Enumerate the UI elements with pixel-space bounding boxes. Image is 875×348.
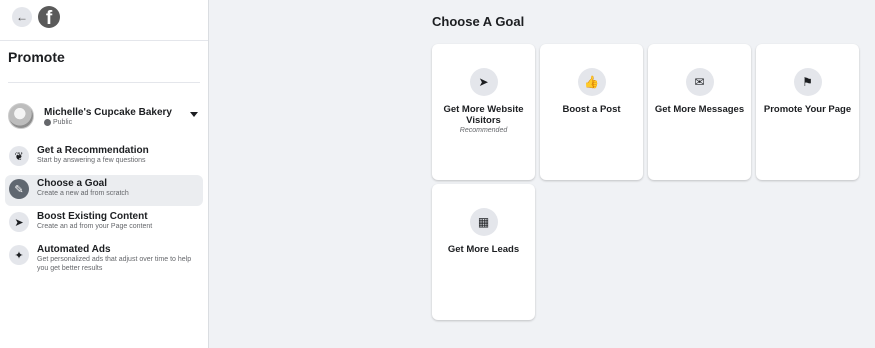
menu-item-subtitle: Get personalized ads that adjust over ti…: [37, 256, 192, 272]
recommended-note: Recommended: [459, 127, 508, 134]
thumbs-up-icon: 👍: [577, 68, 606, 96]
arrow-left-icon: ←: [16, 10, 28, 24]
facebook-logo[interactable]: f: [38, 6, 60, 28]
page-privacy: Public: [44, 118, 190, 126]
flag-icon: ⚑: [793, 68, 822, 96]
card-label: Get More Leads: [447, 244, 520, 255]
menu-item-choose-goal[interactable]: ✎ Choose a Goal Create a new ad from scr…: [5, 175, 203, 206]
menu-item-subtitle: Start by answering a few questions: [37, 157, 146, 164]
goal-card-website-visitors[interactable]: ➤ Get More Website Visitors Recommended: [432, 44, 535, 180]
menu-item-boost-content[interactable]: ➤ Boost Existing Content Create an ad fr…: [5, 208, 203, 239]
promote-menu: ❦ Get a Recommendation Start by answerin…: [0, 142, 208, 281]
menu-item-subtitle: Create an ad from your Page content: [37, 223, 153, 230]
rocket-icon: ➤: [9, 212, 29, 232]
goal-card-messages[interactable]: ✉ Get More Messages: [648, 44, 751, 180]
globe-icon: [44, 118, 51, 126]
menu-item-automated-ads[interactable]: ✦ Automated Ads Get personalized ads tha…: [5, 241, 203, 281]
card-label: Boost a Post: [562, 104, 621, 115]
promote-sidebar: ← f Promote Michelle's Cupcake Bakery Pu…: [0, 0, 209, 348]
page-avatar: [8, 103, 34, 129]
menu-item-title: Boost Existing Content: [37, 211, 148, 222]
page-name: Michelle's Cupcake Bakery: [44, 106, 172, 118]
page-title: Choose A Goal: [432, 14, 525, 29]
top-nav: ← f: [0, 0, 208, 34]
privacy-label: Public: [53, 118, 73, 126]
menu-item-title: Get a Recommendation: [37, 145, 149, 156]
cursor-icon: ➤: [469, 68, 498, 96]
menu-item-title: Automated Ads: [37, 244, 111, 255]
magic-wand-icon: ✦: [9, 245, 29, 265]
contact-card-icon: ▦: [469, 208, 498, 236]
page-selector[interactable]: Michelle's Cupcake Bakery Public: [0, 88, 208, 136]
sidebar-title: Promote: [8, 49, 65, 65]
card-label: Promote Your Page: [763, 104, 852, 115]
goal-card-promote-page[interactable]: ⚑ Promote Your Page: [756, 44, 859, 180]
divider: [8, 82, 200, 83]
caret-down-icon[interactable]: [190, 111, 198, 117]
card-label: Get More Messages: [654, 104, 745, 115]
menu-item-subtitle: Create a new ad from scratch: [37, 190, 129, 197]
goal-card-leads[interactable]: ▦ Get More Leads: [432, 184, 535, 320]
card-label: Get More Website Visitors: [443, 104, 524, 126]
back-button[interactable]: ←: [12, 7, 32, 27]
edit-icon: ✎: [9, 179, 29, 199]
page-info: Michelle's Cupcake Bakery Public: [44, 107, 190, 126]
chat-bubble-icon: ✉: [685, 68, 714, 96]
plant-icon: ❦: [9, 146, 29, 166]
menu-item-get-recommendation[interactable]: ❦ Get a Recommendation Start by answerin…: [5, 142, 203, 173]
menu-item-title: Choose a Goal: [37, 178, 108, 189]
goal-card-boost-post[interactable]: 👍 Boost a Post: [540, 44, 643, 180]
